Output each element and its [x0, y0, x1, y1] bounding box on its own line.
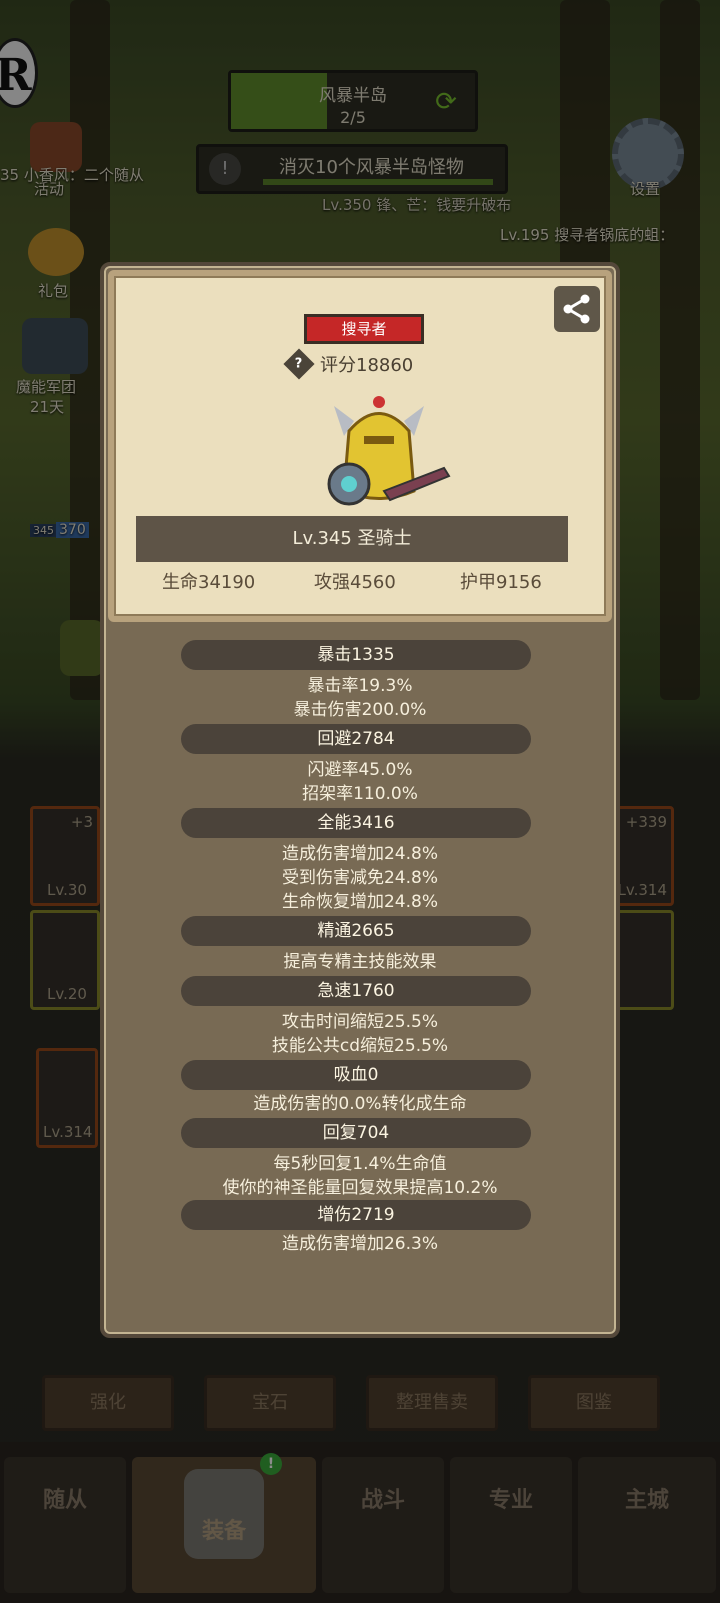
haste-line: 技能公共cd缩短25.5%	[271, 1036, 449, 1056]
character-name: Lv.345 圣骑士	[136, 516, 568, 562]
hp-stat: 生命34190	[162, 572, 256, 593]
damage-boost-section-title: 增伤2719	[181, 1200, 531, 1230]
crit-line: 暴击伤害200.0%	[293, 700, 427, 720]
dodge-section-title: 回避2784	[181, 724, 531, 754]
paladin-avatar	[327, 396, 451, 506]
lifesteal-section-title: 吸血0	[181, 1060, 531, 1090]
character-stats-dialog: 搜寻者 ? 评分18860 Lv.345 圣骑士 生命34190 攻强4560 …	[100, 262, 620, 1338]
lifesteal-line: 造成伤害的0.0%转化成生命	[253, 1094, 467, 1114]
score-row: ? 评分18860	[283, 348, 414, 380]
haste-section-title: 急速1760	[181, 976, 531, 1006]
haste-line: 攻击时间缩短25.5%	[281, 1012, 438, 1032]
damage-boost-line: 造成伤害增加26.3%	[281, 1234, 438, 1254]
class-badge: 搜寻者	[304, 314, 424, 344]
versatility-line: 生命恢复增加24.8%	[281, 892, 438, 912]
regen-line: 使你的神圣能量回复效果提高10.2%	[222, 1178, 498, 1198]
crit-line: 暴击率19.3%	[307, 676, 413, 696]
regen-section-title: 回复704	[181, 1118, 531, 1148]
armor-stat: 护甲9156	[460, 572, 542, 593]
crit-section-title: 暴击1335	[181, 640, 531, 670]
regen-line: 每5秒回复1.4%生命值	[273, 1154, 447, 1174]
help-icon-glyph: ?	[295, 356, 303, 372]
dodge-line: 闪避率45.0%	[307, 760, 413, 780]
versatility-line: 造成伤害增加24.8%	[281, 844, 438, 864]
mastery-line: 提高专精主技能效果	[283, 952, 437, 972]
share-icon	[563, 294, 590, 324]
mastery-section-title: 精通2665	[181, 916, 531, 946]
versatility-line: 受到伤害减免24.8%	[281, 868, 438, 888]
share-button[interactable]	[554, 286, 600, 332]
attack-stat: 攻强4560	[314, 572, 396, 593]
character-card: 搜寻者 ? 评分18860 Lv.345 圣骑士 生命34190 攻强4560 …	[108, 270, 612, 622]
dodge-line: 招架率110.0%	[302, 784, 418, 804]
help-icon[interactable]: ?	[283, 348, 315, 380]
base-stats-row: 生命34190 攻强4560 护甲9156	[114, 568, 606, 608]
versatility-section-title: 全能3416	[181, 808, 531, 838]
score-label: 评分18860	[320, 355, 414, 376]
